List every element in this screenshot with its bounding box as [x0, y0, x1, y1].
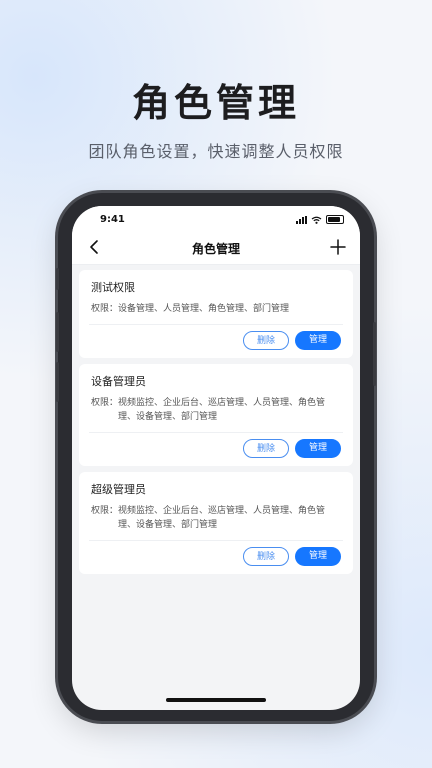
role-permissions: 权限： 视频监控、企业后台、巡店管理、人员管理、角色管理、设备管理、部门管理: [91, 396, 341, 424]
manage-button[interactable]: 管理: [295, 547, 341, 566]
battery-icon: [326, 215, 344, 224]
phone-side-button: [373, 322, 376, 386]
phone-side-button: [56, 268, 59, 290]
role-name: 超级管理员: [91, 483, 146, 496]
delete-button[interactable]: 删除: [243, 547, 289, 566]
role-name: 测试权限: [91, 281, 135, 294]
delete-button[interactable]: 删除: [243, 331, 289, 350]
role-actions: 删除 管理: [91, 547, 341, 566]
phone-screen: 9:41 角色管理 测试权限 权限： 设备管理、人员管理、角色管理、部门管理 删…: [72, 206, 360, 710]
manage-button[interactable]: 管理: [295, 439, 341, 458]
permissions-label: 权限：: [91, 398, 119, 408]
permissions-value: 视频监控、企业后台、巡店管理、人员管理、角色管理、设备管理、部门管理: [118, 506, 326, 530]
divider: [89, 540, 343, 541]
page-title: 角色管理: [131, 81, 300, 125]
role-permissions: 权限： 设备管理、人员管理、角色管理、部门管理: [91, 302, 341, 316]
manage-button[interactable]: 管理: [295, 331, 341, 350]
role-name: 设备管理员: [91, 375, 146, 388]
phone-side-button: [56, 312, 59, 352]
plus-icon[interactable]: [328, 237, 348, 257]
role-card: 超级管理员 权限： 视频监控、企业后台、巡店管理、人员管理、角色管理、设备管理、…: [79, 472, 353, 574]
permissions-value: 设备管理、人员管理、角色管理、部门管理: [118, 304, 290, 314]
divider: [89, 324, 343, 325]
permissions-label: 权限：: [91, 506, 119, 516]
page-subtitle: 团队角色设置，快速调整人员权限: [88, 142, 344, 161]
permissions-label: 权限：: [91, 304, 119, 314]
role-actions: 删除 管理: [91, 439, 341, 458]
nav-bar: 角色管理: [72, 232, 360, 265]
delete-button[interactable]: 删除: [243, 439, 289, 458]
role-permissions: 权限： 视频监控、企业后台、巡店管理、人员管理、角色管理、设备管理、部门管理: [91, 504, 341, 532]
status-bar: 9:41: [72, 206, 360, 232]
wifi-icon: [311, 216, 322, 224]
status-time: 9:41: [100, 214, 125, 225]
nav-title: 角色管理: [191, 242, 240, 256]
status-icons: [296, 215, 344, 224]
role-card: 设备管理员 权限： 视频监控、企业后台、巡店管理、人员管理、角色管理、设备管理、…: [79, 364, 353, 466]
home-indicator[interactable]: [166, 698, 266, 702]
role-actions: 删除 管理: [91, 331, 341, 350]
signal-icon: [296, 215, 307, 224]
phone-side-button: [56, 362, 59, 402]
role-card: 测试权限 权限： 设备管理、人员管理、角色管理、部门管理 删除 管理: [79, 270, 353, 358]
divider: [89, 432, 343, 433]
role-list: 测试权限 权限： 设备管理、人员管理、角色管理、部门管理 删除 管理 设备管理员…: [79, 264, 353, 574]
permissions-value: 视频监控、企业后台、巡店管理、人员管理、角色管理、设备管理、部门管理: [118, 398, 326, 422]
